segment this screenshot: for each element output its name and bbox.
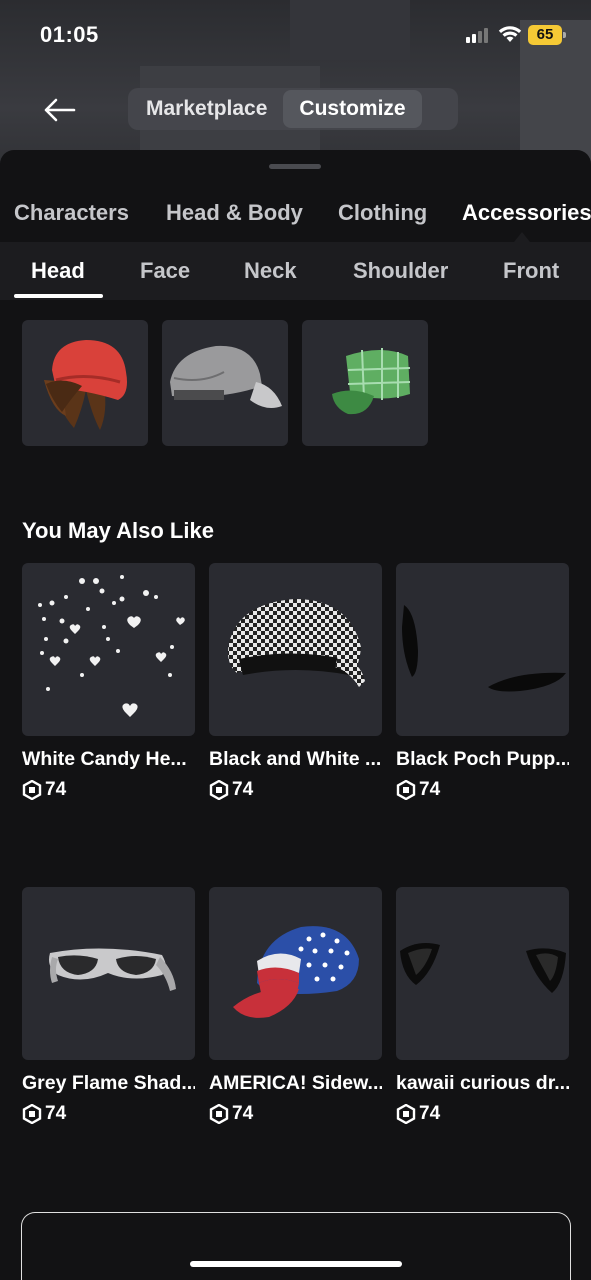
- product-name: White Candy He...: [22, 748, 187, 770]
- grey-cap-thumbnail: [170, 345, 282, 408]
- battery-indicator: 65: [528, 25, 566, 45]
- active-subcategory-underline: [14, 294, 103, 298]
- product-name: AMERICA! Sidew...: [209, 1072, 382, 1094]
- category-characters[interactable]: Characters: [14, 200, 129, 226]
- customize-sheet: Characters Head & Body Clothing Accessor…: [0, 150, 591, 1280]
- category-accessories[interactable]: Accessories: [462, 200, 591, 226]
- product-card[interactable]: AMERICA! Sidew... 74: [209, 887, 382, 1125]
- robux-icon: [22, 780, 42, 800]
- product-name: Grey Flame Shad...: [22, 1072, 195, 1094]
- category-tabs: Characters Head & Body Clothing Accessor…: [0, 190, 591, 240]
- status-bar: 01:05 65: [0, 0, 591, 70]
- product-name: kawaii curious dr...: [396, 1072, 569, 1094]
- product-card[interactable]: White Candy He... 74: [22, 563, 195, 801]
- category-clothing[interactable]: Clothing: [338, 200, 427, 226]
- product-name: Black and White ...: [209, 748, 382, 770]
- home-indicator[interactable]: [190, 1261, 402, 1267]
- active-category-pointer: [514, 232, 530, 242]
- mode-segmented-control: Marketplace Customize: [128, 88, 458, 130]
- green-plaid-cap-thumbnail: [332, 348, 411, 415]
- robux-icon: [396, 780, 416, 800]
- product-price-value: 74: [419, 779, 441, 800]
- product-thumbnail-white-hearts: [22, 563, 195, 736]
- product-price-value: 74: [45, 779, 67, 800]
- product-thumbnail-america-cap: [209, 887, 382, 1060]
- product-thumbnail-kawaii-ears: [396, 887, 569, 1060]
- worn-item-green-cap[interactable]: [302, 320, 428, 446]
- subcategory-face[interactable]: Face: [140, 258, 190, 284]
- product-price-value: 74: [45, 1103, 67, 1124]
- sheet-drag-handle[interactable]: [269, 164, 321, 169]
- hair-beanie-thumbnail: [44, 340, 127, 430]
- product-name: Black Poch Pupp...: [396, 748, 569, 770]
- section-title-recommendations: You May Also Like: [22, 518, 214, 543]
- product-price-value: 74: [232, 779, 254, 800]
- robux-icon: [209, 1104, 229, 1124]
- subcategory-front[interactable]: Front: [503, 258, 559, 284]
- cellular-signal-icon: [466, 27, 492, 43]
- product-price: 74: [209, 779, 382, 801]
- category-head-body[interactable]: Head & Body: [166, 200, 303, 226]
- product-price: 74: [396, 779, 569, 801]
- tab-customize[interactable]: Customize: [283, 90, 422, 128]
- status-time: 01:05: [40, 22, 99, 47]
- wifi-icon: [498, 26, 522, 42]
- subcategory-head[interactable]: Head: [31, 258, 85, 284]
- product-price: 74: [22, 779, 195, 801]
- worn-item-hair-beanie[interactable]: [22, 320, 148, 446]
- product-thumbnail-black-ears: [396, 563, 569, 736]
- back-arrow-icon[interactable]: [40, 92, 80, 128]
- robux-icon: [209, 780, 229, 800]
- product-price: 74: [209, 1103, 382, 1125]
- product-price-value: 74: [419, 1103, 441, 1124]
- product-price: 74: [396, 1103, 569, 1125]
- product-card[interactable]: Black Poch Pupp... 74: [396, 563, 569, 801]
- worn-item-grey-cap[interactable]: [162, 320, 288, 446]
- product-card[interactable]: kawaii curious dr... 74: [396, 887, 569, 1125]
- tab-marketplace[interactable]: Marketplace: [130, 90, 283, 128]
- product-price: 74: [22, 1103, 195, 1125]
- product-card[interactable]: Black and White ... 74: [209, 563, 382, 801]
- robux-icon: [22, 1104, 42, 1124]
- bottom-panel-edge: [21, 1212, 571, 1280]
- subcategory-neck[interactable]: Neck: [244, 258, 297, 284]
- subcategory-shoulder[interactable]: Shoulder: [353, 258, 448, 284]
- product-thumbnail-bw-headscarf: [209, 563, 382, 736]
- product-card[interactable]: Grey Flame Shad... 74: [22, 887, 195, 1125]
- product-thumbnail-grey-sunglasses: [22, 887, 195, 1060]
- product-price-value: 74: [232, 1103, 254, 1124]
- robux-icon: [396, 1104, 416, 1124]
- subcategory-tabs: Head Face Neck Shoulder Front: [0, 242, 591, 300]
